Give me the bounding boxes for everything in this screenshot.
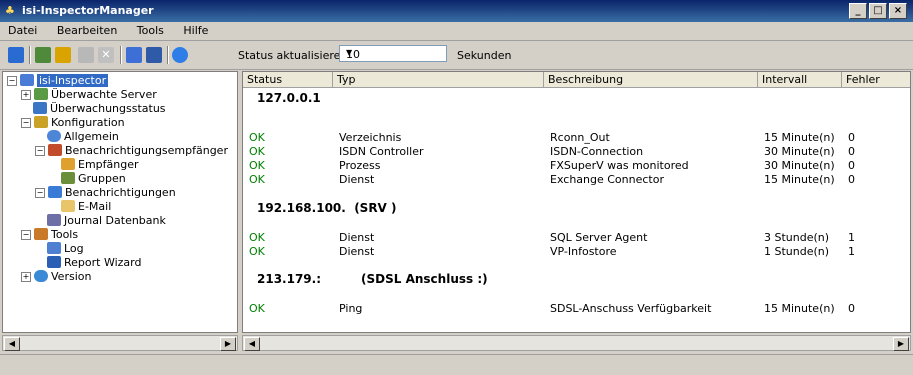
list-horizontal-scrollbar[interactable]: ◀ ▶ <box>242 335 911 351</box>
toolbar-separator <box>167 46 169 64</box>
status-bar <box>0 354 913 375</box>
menu-bearbeiten[interactable]: Bearbeiten <box>49 22 125 39</box>
seconds-label: Sekunden <box>457 49 512 62</box>
tree-node-version[interactable]: + Version <box>21 270 91 284</box>
column-header-errors[interactable]: Fehler <box>842 72 910 88</box>
help-icon[interactable] <box>172 47 188 63</box>
close-button[interactable]: × <box>889 3 907 19</box>
table-row[interactable]: OK Prozess FXSuperV was monitored 30 Minute… <box>243 159 910 173</box>
tree-node-general[interactable]: Allgemein <box>47 130 119 144</box>
navigation-tree: − isi-Inspector + Überwachte Server Überwa… <box>2 71 238 333</box>
group-header: 127.0.0.1 <box>257 91 321 105</box>
tree-node-notifications[interactable]: − Benachrichtigungen <box>35 186 176 200</box>
server-icon <box>34 88 48 100</box>
minimize-button[interactable]: _ <box>849 3 867 19</box>
properties-icon[interactable] <box>78 47 94 63</box>
maximize-button[interactable]: □ <box>869 3 887 19</box>
tree-node-configuration[interactable]: − Konfiguration <box>21 116 125 130</box>
tree-node-monitoring-status[interactable]: Überwachungsstatus <box>33 102 166 116</box>
tree-node-groups[interactable]: Gruppen <box>61 172 126 186</box>
refresh-interval-select[interactable]: 10 ▼ <box>339 45 447 62</box>
table-row[interactable]: OK Ping SDSL-Anschuss Verfügbarkeit 15 Minu… <box>243 302 910 316</box>
version-icon <box>34 270 48 282</box>
group-header: 213.179.: (SDSL Anschluss :) <box>257 272 488 286</box>
tree-node-tools[interactable]: − Tools <box>21 228 78 242</box>
status-list: Status Typ Beschreibung Intervall Fehler… <box>242 71 911 333</box>
window-icon[interactable] <box>126 47 142 63</box>
table-row[interactable]: OK ISDN Controller ISDN-Connection 30 Minut… <box>243 145 910 159</box>
tree-node-report-wizard[interactable]: Report Wizard <box>47 256 141 270</box>
menu-tools[interactable]: Tools <box>129 22 172 39</box>
server-root-icon <box>20 74 34 86</box>
config-icon <box>34 116 48 128</box>
report-icon <box>47 256 61 268</box>
table-row[interactable]: OK Dienst VP-Infostore 1 Stunde(n) 1 <box>243 245 910 259</box>
column-header-status[interactable]: Status <box>243 72 333 88</box>
tree-node-watched-servers[interactable]: + Überwachte Server <box>21 88 157 102</box>
scroll-left-icon[interactable]: ◀ <box>4 337 20 351</box>
add-server-icon[interactable] <box>35 47 51 63</box>
tree-node-email[interactable]: E-Mail <box>61 200 111 214</box>
tree-node-journal-db[interactable]: Journal Datenbank <box>47 214 166 228</box>
column-header-interval[interactable]: Intervall <box>758 72 842 88</box>
save-icon[interactable] <box>8 47 24 63</box>
delete-icon[interactable]: ✕ <box>98 47 114 63</box>
log-icon <box>47 242 61 254</box>
table-row[interactable]: OK Verzeichnis Rconn_Out 15 Minute(n) 0 <box>243 131 910 145</box>
toolbar-separator <box>29 46 31 64</box>
window-title: isi-InspectorManager <box>22 4 154 17</box>
app-icon: ♣ <box>5 4 15 17</box>
tree-node-recipient[interactable]: Empfänger <box>61 158 139 172</box>
group-header: 192.168.100. (SRV ) <box>257 201 397 215</box>
status-refresh-label: Status aktualisieren: <box>238 49 352 62</box>
database-icon <box>47 214 61 226</box>
user-icon <box>61 158 75 170</box>
notification-icon <box>48 186 62 198</box>
group-icon <box>61 172 75 184</box>
scroll-right-icon[interactable]: ▶ <box>220 337 236 351</box>
menu-datei[interactable]: Datei <box>0 22 45 39</box>
tools-icon <box>34 228 48 240</box>
tree-node-log[interactable]: Log <box>47 242 84 256</box>
toolbar-separator <box>120 46 122 64</box>
tree-node-root[interactable]: − isi-Inspector <box>7 74 109 88</box>
menu-hilfe[interactable]: Hilfe <box>175 22 216 39</box>
menu-bar: Datei Bearbeiten Tools Hilfe <box>0 22 913 41</box>
general-icon <box>47 130 61 142</box>
screen-icon[interactable] <box>146 47 162 63</box>
chevron-down-icon[interactable]: ▼ <box>346 48 444 57</box>
mail-icon <box>61 200 75 212</box>
monitor-icon <box>33 102 47 114</box>
title-bar: ♣ isi-InspectorManager _ □ × <box>0 0 913 22</box>
toolbar: ✕ Status aktualisieren: 10 ▼ Sekunden <box>0 41 913 70</box>
table-row[interactable]: OK Dienst Exchange Connector 15 Minute(n) 0 <box>243 173 910 187</box>
table-row[interactable]: OK Dienst SQL Server Agent 3 Stunde(n) 1 <box>243 231 910 245</box>
scroll-right-icon[interactable]: ▶ <box>893 337 909 351</box>
tree-node-recipients[interactable]: − Benachrichtigungsempfänger <box>35 144 228 158</box>
tree-horizontal-scrollbar[interactable]: ◀ ▶ <box>2 335 238 351</box>
recipients-icon <box>48 144 62 156</box>
column-header-type[interactable]: Typ <box>333 72 544 88</box>
column-header-description[interactable]: Beschreibung <box>544 72 758 88</box>
scroll-left-icon[interactable]: ◀ <box>244 337 260 351</box>
edit-icon[interactable] <box>55 47 71 63</box>
